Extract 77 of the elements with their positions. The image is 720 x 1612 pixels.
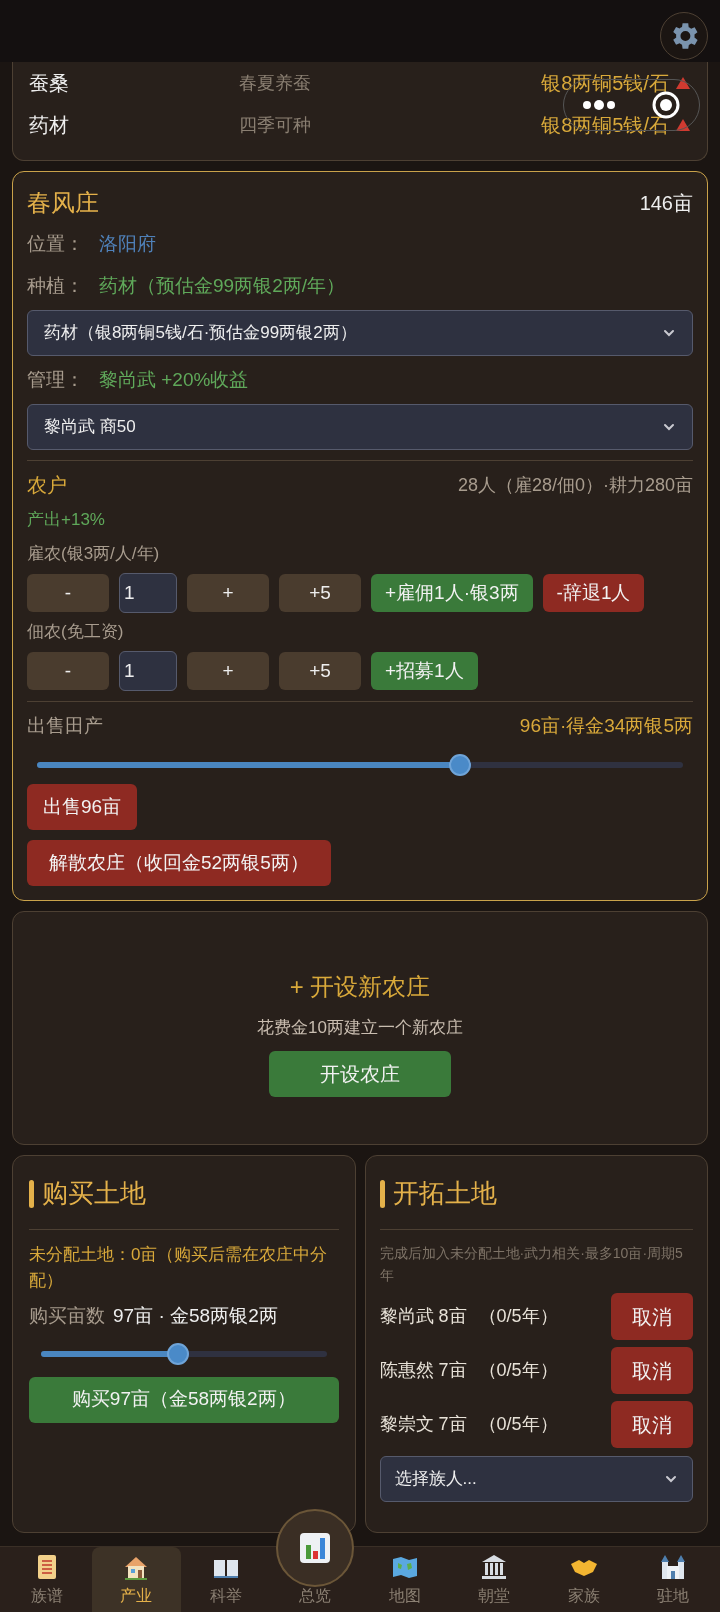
cancel-button[interactable]: 取消	[611, 1293, 693, 1340]
nav-label: 地图	[388, 1585, 421, 1606]
add-worker-button[interactable]: +招募1人	[371, 652, 478, 690]
plus-five-button[interactable]: +5	[279, 574, 361, 612]
project-person: 黎尚武 8亩	[379, 1305, 467, 1328]
cancel-button[interactable]: 取消	[611, 1347, 693, 1394]
plus-button[interactable]: +	[187, 574, 269, 612]
plus-button[interactable]: +	[187, 652, 269, 690]
buy-button[interactable]: 购买97亩（金58两银2两）	[29, 1376, 339, 1423]
nav-label: 家族	[567, 1585, 600, 1606]
nav-label: 总览	[299, 1586, 332, 1606]
farm-area: 146亩	[639, 188, 693, 218]
open-farm-button[interactable]: 开设农庄	[269, 1050, 451, 1097]
minus-button[interactable]: -	[27, 574, 109, 612]
dropdown[interactable]: 黎尚武 商50	[27, 404, 693, 450]
more-icon[interactable]	[581, 100, 616, 110]
nav-tab[interactable]: 科举	[181, 1547, 271, 1612]
slider-thumb[interactable]	[167, 1342, 190, 1365]
bar-chart-icon	[298, 1531, 333, 1565]
project-years-text: （0/5年）	[478, 1305, 558, 1328]
count-field[interactable]: 1	[119, 573, 177, 613]
up-triangle-icon	[675, 118, 691, 132]
unassigned-land: 未分配土地：0亩（购买后需在农庄中分配）	[29, 1244, 329, 1292]
nav-tab[interactable]: 家族	[539, 1547, 629, 1612]
sale-summary: 96亩·得金34两银5两	[519, 713, 693, 738]
dissolve-button[interactable]: 解散农庄（收回金52两银5两）	[27, 840, 331, 886]
new-farm-description: 花费金10两建立一个新农庄	[257, 1017, 463, 1040]
field-label: 管理：	[27, 367, 85, 392]
nav-tab[interactable]: 地图	[360, 1547, 450, 1612]
slider-thumb[interactable]	[449, 754, 472, 776]
member-dropdown[interactable]: 选择族人...	[379, 1456, 693, 1502]
crop-value: 药材（预估金99两银2两/年）	[99, 273, 345, 298]
farm-name: 春风庄	[27, 188, 99, 218]
crop-name: 蚕桑	[29, 71, 70, 96]
group-label: 佃农(免工资)	[27, 621, 124, 643]
group-label: 雇农(银3两/人/年)	[27, 543, 160, 565]
nav-tab[interactable]: 朝堂	[449, 1547, 539, 1612]
location-value: 洛阳府	[99, 231, 156, 256]
crop-season: 春夏养蚕	[239, 71, 312, 95]
nav-tab[interactable]: 驻地	[628, 1547, 718, 1612]
project-person: 黎崇文 7亩	[379, 1413, 467, 1436]
project-years-text: （0/5年）	[478, 1359, 558, 1382]
title-accent	[29, 1179, 34, 1208]
sell-button[interactable]: 出售96亩	[27, 784, 138, 830]
nav-label: 族谱	[30, 1585, 63, 1606]
new-farm-title: + 开设新农庄	[289, 972, 431, 1003]
section-title: 农户	[27, 473, 67, 498]
amount-value: 97亩 · 金58两银2两	[113, 1304, 278, 1328]
reclaim-note: 完成后加入未分配土地·武力相关·最多10亩·周期5年	[379, 1244, 684, 1285]
add-worker-button[interactable]: +雇佣1人·银3两	[371, 574, 533, 612]
field-label: 位置：	[27, 231, 85, 256]
nav-tab[interactable]: 产业	[91, 1547, 181, 1612]
dropdown[interactable]: 药材（银8两铜5钱/石·预估金99两银2两）	[27, 310, 693, 356]
manager-value: 黎尚武 +20%收益	[99, 367, 249, 392]
remove-worker-button[interactable]: -辞退1人	[542, 574, 645, 612]
minus-button[interactable]: -	[27, 652, 109, 690]
cancel-button[interactable]: 取消	[611, 1401, 693, 1448]
plus-five-button[interactable]: +5	[279, 652, 361, 690]
count-field[interactable]: 1	[119, 651, 177, 691]
nav-label: 科举	[209, 1585, 242, 1606]
section-title: 出售田产	[27, 713, 103, 738]
project-person: 陈惠然 7亩	[379, 1359, 467, 1382]
household-summary: 28人（雇28/佃0）·耕力280亩	[457, 473, 693, 497]
card-title: 开拓土地	[392, 1177, 497, 1210]
title-accent	[379, 1179, 385, 1208]
crop-name: 药材	[29, 113, 70, 138]
up-triangle-icon	[675, 76, 691, 90]
field-label: 种植：	[27, 273, 85, 298]
nav-label: 驻地	[657, 1585, 690, 1606]
card-title: 购买土地	[42, 1177, 146, 1210]
nav-tab[interactable]: 族谱	[2, 1547, 92, 1612]
nav-label: 朝堂	[478, 1585, 511, 1606]
amount-label: 购买亩数	[29, 1304, 105, 1328]
crop-season: 四季可种	[239, 113, 312, 137]
output-bonus: 产出+13%	[27, 509, 106, 531]
project-years-text: （0/5年）	[478, 1413, 558, 1436]
nav-label: 产业	[120, 1585, 153, 1606]
